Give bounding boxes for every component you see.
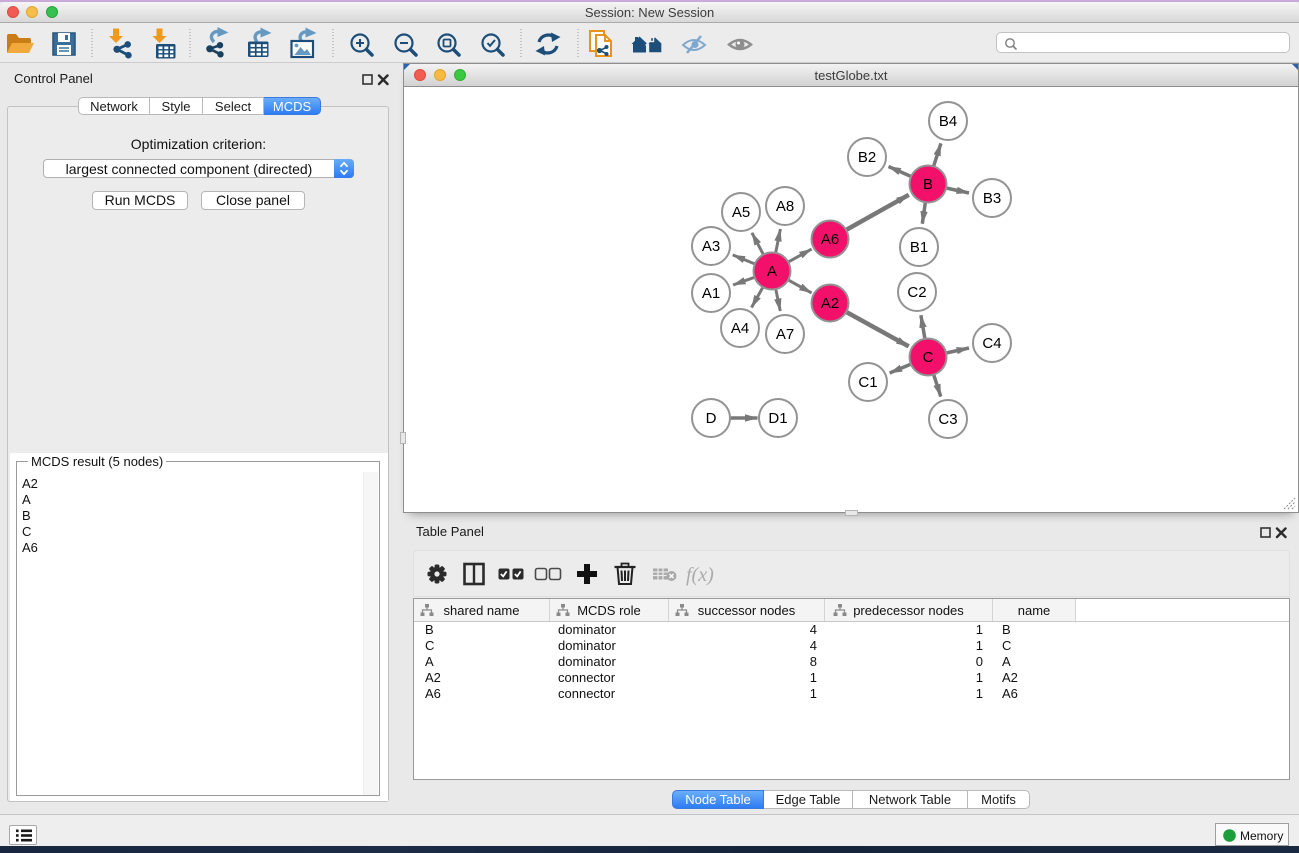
svg-text:A1: A1	[702, 285, 720, 302]
svg-text:C1: C1	[858, 374, 877, 391]
svg-text:A6: A6	[821, 231, 839, 248]
svg-text:A7: A7	[776, 326, 794, 343]
svg-text:A2: A2	[821, 295, 839, 312]
svg-text:B: B	[923, 176, 933, 193]
svg-text:A4: A4	[731, 320, 749, 337]
svg-text:D: D	[706, 410, 717, 427]
svg-text:C: C	[923, 349, 934, 366]
svg-text:B1: B1	[910, 239, 928, 256]
svg-text:A3: A3	[702, 238, 720, 255]
svg-text:B4: B4	[939, 113, 957, 130]
svg-text:C4: C4	[982, 335, 1001, 352]
svg-text:B3: B3	[983, 190, 1001, 207]
svg-text:B2: B2	[858, 149, 876, 166]
svg-text:f(x): f(x)	[686, 564, 714, 586]
svg-text:A8: A8	[776, 198, 794, 215]
svg-text:C2: C2	[907, 284, 926, 301]
svg-text:A: A	[767, 263, 777, 280]
svg-text:C3: C3	[938, 411, 957, 428]
svg-text:A5: A5	[732, 204, 750, 221]
svg-text:D1: D1	[768, 410, 787, 427]
